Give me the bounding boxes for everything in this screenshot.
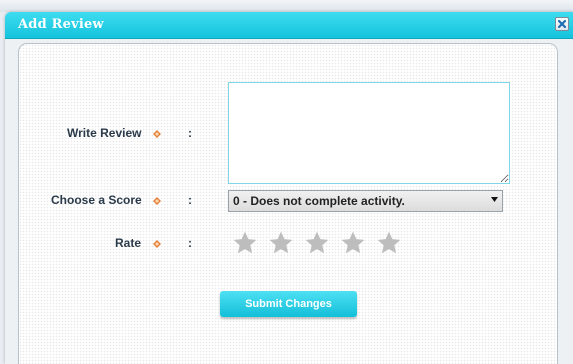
required-diamond-icon [153,130,161,138]
star-4-icon[interactable] [340,230,366,256]
submit-changes-button[interactable]: Submit Changes [220,291,357,317]
dropdown-arrow-icon [491,197,498,202]
review-form-panel: Write Review : Choose a Score : 0 - Does… [18,43,558,364]
dialog-body: Write Review : Choose a Score : 0 - Does… [5,39,573,364]
dialog-title: Add Review [18,17,104,32]
choose-score-label: Choose a Score [51,193,142,207]
write-review-textarea[interactable] [228,82,510,184]
choose-score-colon: : [188,193,192,207]
close-x-icon [557,19,567,29]
score-selected-value: 0 - Does not complete activity. [233,194,405,208]
star-2-icon[interactable] [268,230,294,256]
dialog-titlebar[interactable]: Add Review [5,12,573,39]
page-backdrop [0,0,573,12]
score-select[interactable]: 0 - Does not complete activity. [228,190,503,212]
rate-colon: : [188,236,192,250]
rate-label: Rate [115,236,142,250]
star-5-icon[interactable] [376,230,402,256]
close-button[interactable] [555,17,569,31]
star-3-icon[interactable] [304,230,330,256]
star-1-icon[interactable] [232,230,258,256]
write-review-colon: : [188,126,192,140]
write-review-label: Write Review [67,126,142,140]
required-diamond-icon [153,240,161,248]
add-review-dialog: Add Review Write Review : Choose a Score… [5,12,573,364]
required-diamond-icon [153,197,161,205]
